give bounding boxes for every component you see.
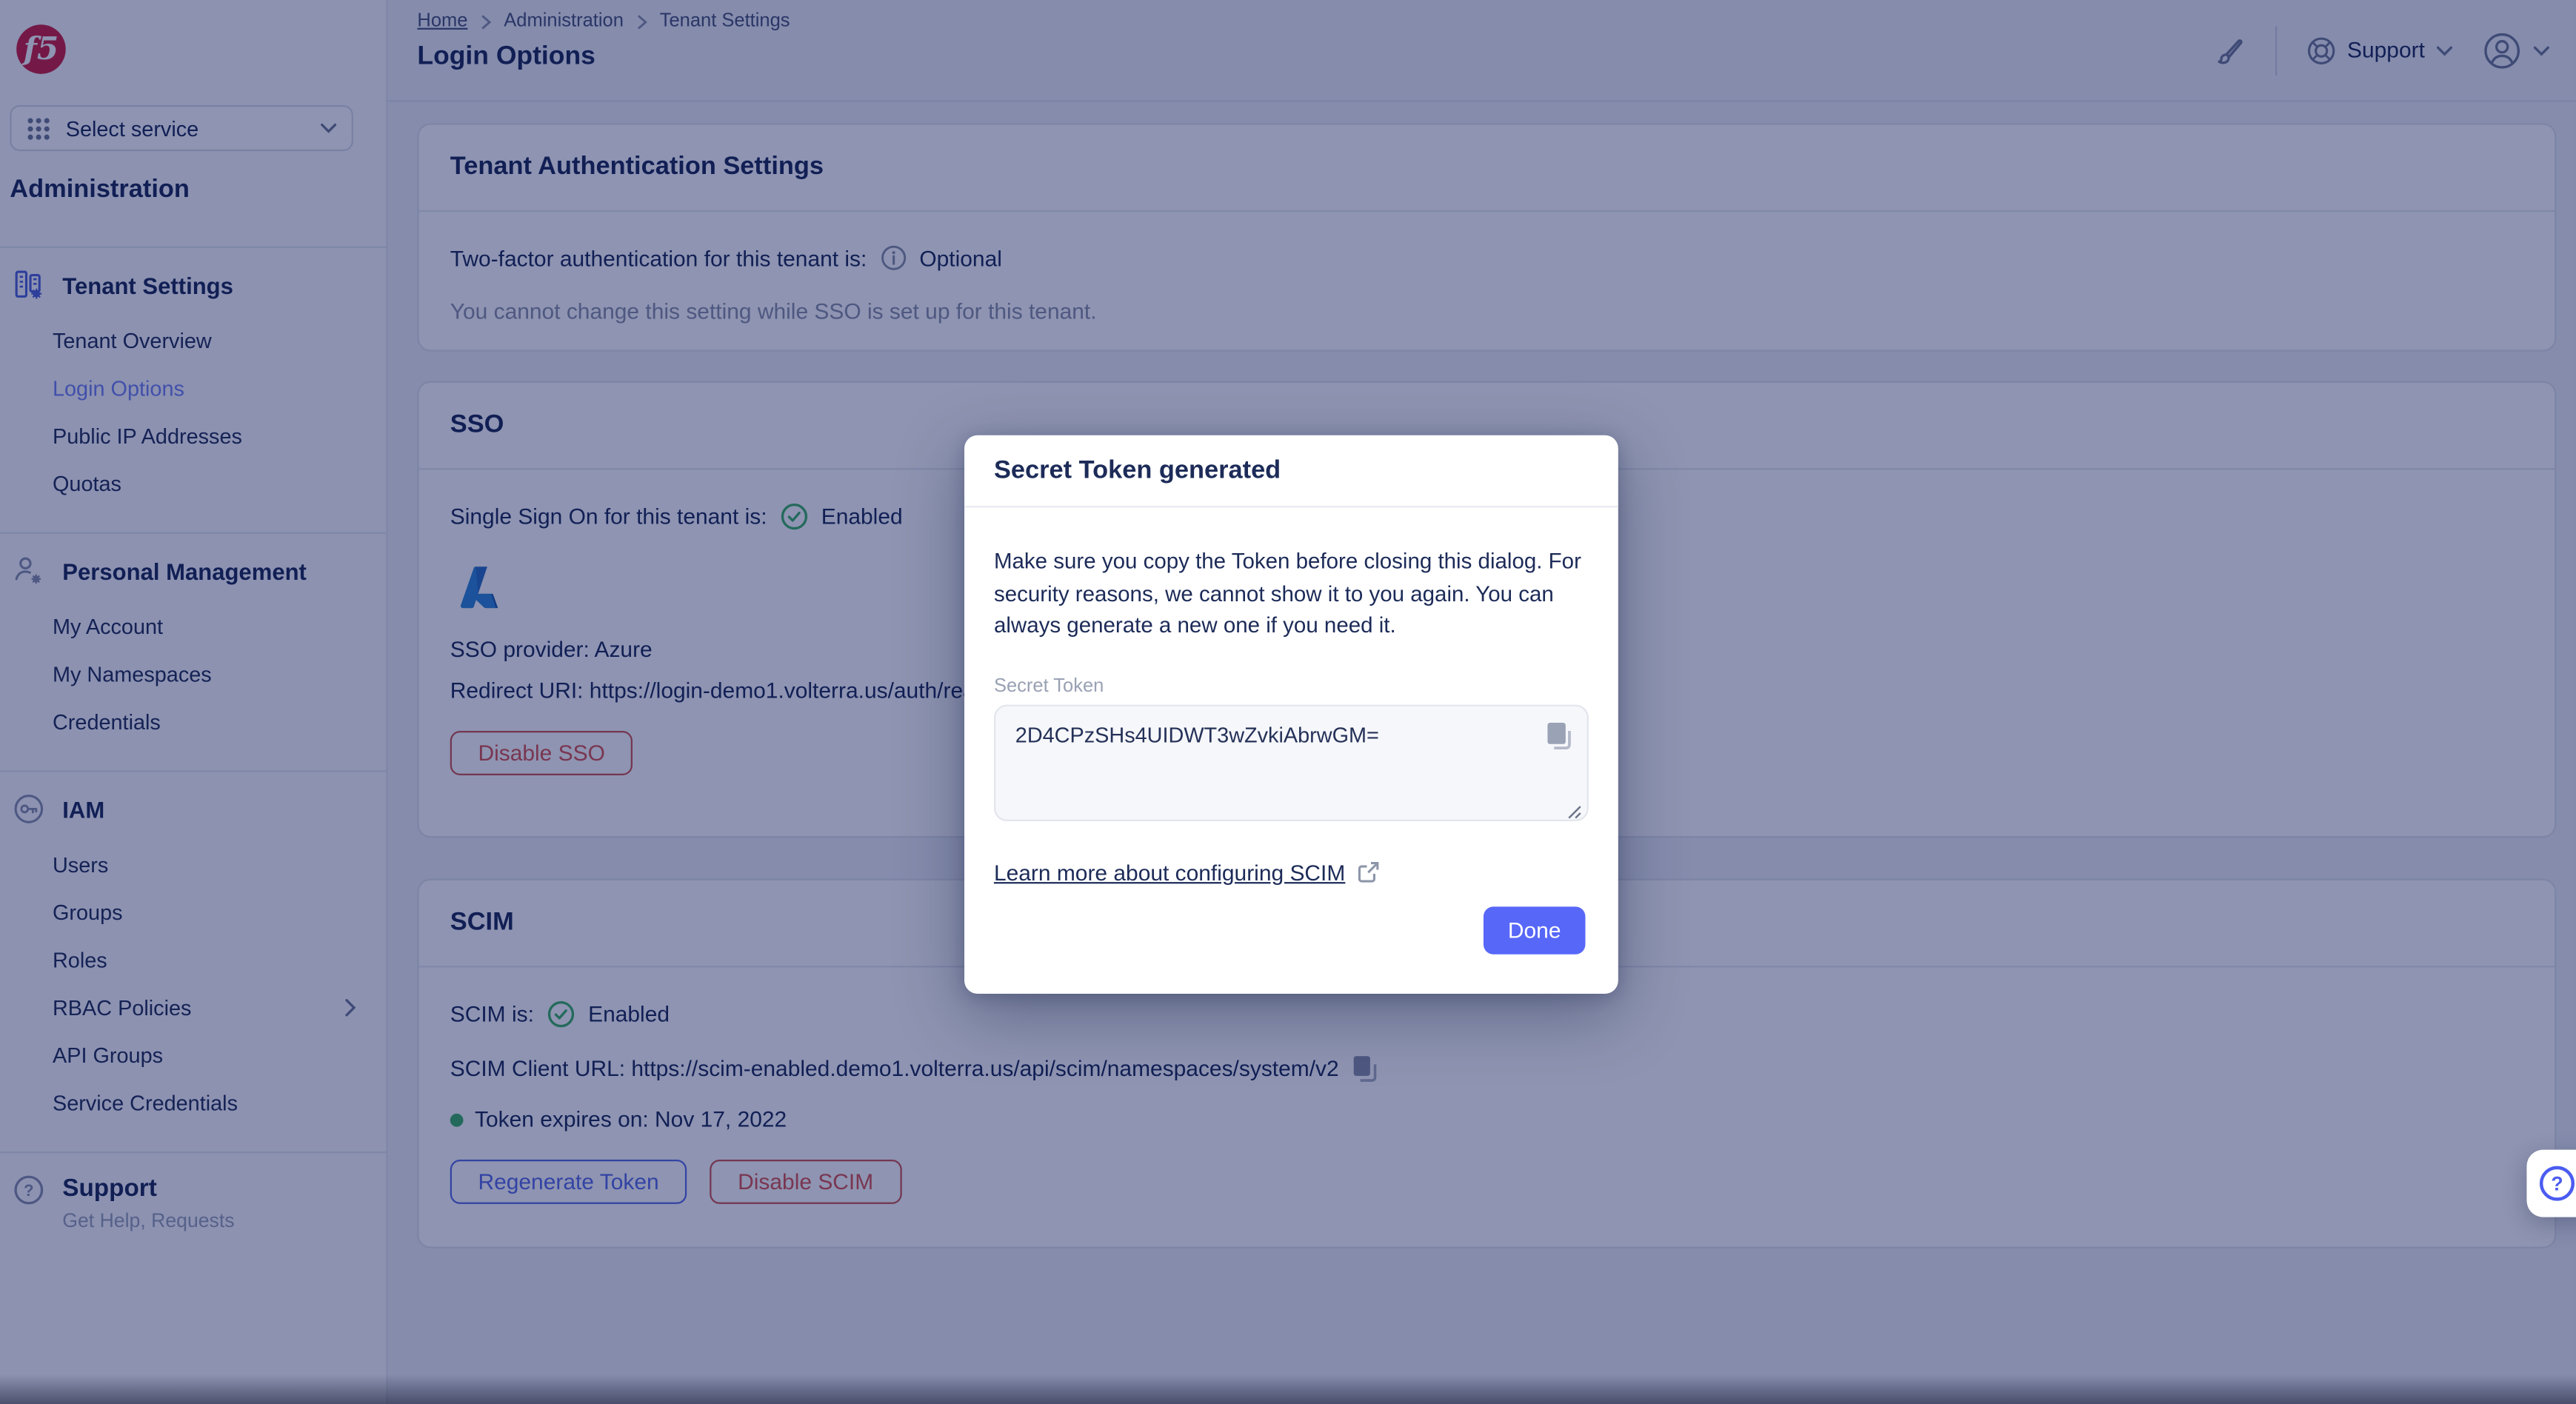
svg-text:?: ? — [2551, 1173, 2563, 1195]
dialog-title: Secret Token generated — [964, 435, 1618, 508]
external-link-icon — [1357, 860, 1380, 883]
done-button[interactable]: Done — [1484, 906, 1586, 954]
help-widget-button[interactable]: ? — [2526, 1150, 2576, 1217]
learn-more-scim-link[interactable]: Learn more about configuring SCIM — [994, 860, 1345, 884]
dialog-message: Make sure you copy the Token before clos… — [994, 545, 1589, 641]
bottom-shade — [0, 1375, 2576, 1404]
secret-token-dialog: Secret Token generated Make sure you cop… — [964, 435, 1618, 994]
copy-icon[interactable] — [1544, 718, 1572, 749]
secret-token-label: Secret Token — [994, 676, 1589, 696]
app-root: f5 Select service Administration Tenant … — [0, 0, 2576, 1404]
dialog-body: Make sure you copy the Token before clos… — [964, 545, 1618, 884]
secret-token-field[interactable]: 2D4CPzSHs4UIDWT3wZvkiAbrwGM= — [994, 703, 1589, 820]
question-circle-icon: ? — [2538, 1165, 2576, 1203]
resize-handle-icon[interactable] — [1567, 804, 1582, 819]
secret-token-field-wrap: 2D4CPzSHs4UIDWT3wZvkiAbrwGM= — [994, 703, 1589, 829]
